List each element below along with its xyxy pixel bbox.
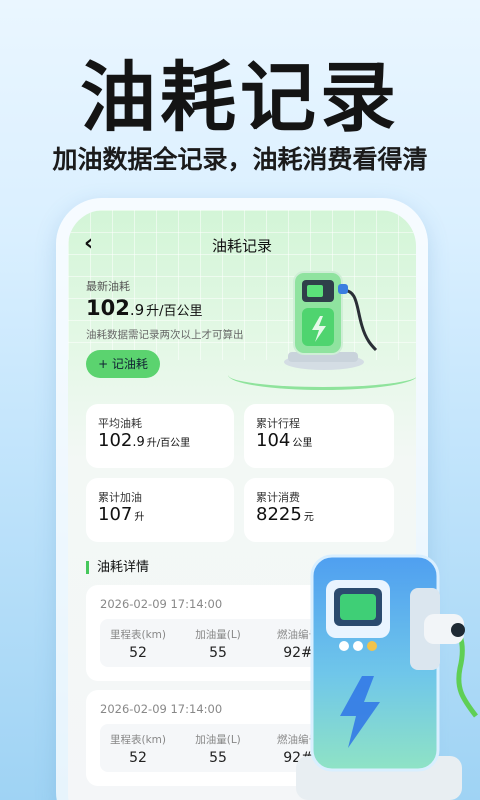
stat-average-value: 102.9 升/百公里 <box>98 430 190 451</box>
page-title: 油耗记录 <box>211 237 272 255</box>
stat-spend-unit: 元 <box>303 512 314 523</box>
odometer-header: 里程表(km) <box>109 629 166 641</box>
fuel-amount-value: 55 <box>209 750 227 766</box>
promo-subtitle: 加油数据全记录，油耗消费看得清 <box>52 145 428 174</box>
latest-consumption-note: 油耗数据需记录两次以上才可算出 <box>86 329 244 341</box>
stat-average-label: 平均油耗 <box>98 417 142 430</box>
fuel-amount-header: 加油量(L) <box>195 629 241 641</box>
stat-card-average: 平均油耗 102.9 升/百公里 <box>86 404 234 468</box>
fuel-pump-icon <box>284 271 378 370</box>
latest-value-int: 102 <box>86 296 130 320</box>
record-date: 2026-02-09 17:14:00 <box>100 597 223 611</box>
odometer-value: 52 <box>129 645 147 661</box>
stat-spend-label: 累计消费 <box>256 491 300 504</box>
stat-average-int: 102 <box>98 430 133 451</box>
record-date: 2026-02-09 17:14:00 <box>100 702 223 716</box>
stat-spend-number: 8225 <box>256 504 302 525</box>
latest-value-unit: 升/百公里 <box>146 304 203 319</box>
stat-card-fuel: 累计加油 107 升 <box>86 478 234 542</box>
stat-card-mileage: 累计行程 104 公里 <box>244 404 394 468</box>
fuel-amount-value: 55 <box>209 645 227 661</box>
add-fuel-record-button[interactable]: + 记油耗 <box>86 350 160 378</box>
stat-card-spend: 累计消费 8225 元 <box>244 478 394 542</box>
stat-average-unit: 升/百公里 <box>146 438 191 449</box>
stat-fuel-label: 累计加油 <box>98 491 142 504</box>
latest-consumption-label: 最新油耗 <box>86 280 130 293</box>
stat-fuel-number: 107 <box>98 504 133 525</box>
stat-mileage-unit: 公里 <box>292 438 313 449</box>
stat-mileage-value: 104 公里 <box>256 430 312 451</box>
lightning-bolt-icon <box>296 554 478 800</box>
fuel-amount-header: 加油量(L) <box>195 734 241 746</box>
stat-fuel-unit: 升 <box>134 512 145 523</box>
stat-fuel-value: 107 升 <box>98 504 144 525</box>
odometer-value: 52 <box>129 750 147 766</box>
latest-value-dec: .9 <box>129 301 145 319</box>
stat-average-dec: .9 <box>132 435 145 450</box>
promo-title: 油耗记录 <box>80 53 400 142</box>
stat-mileage-number: 104 <box>256 430 291 451</box>
stat-spend-value: 8225 元 <box>256 504 314 525</box>
section-title-details: 油耗详情 <box>86 561 149 574</box>
latest-consumption-value: 102.9 升/百公里 <box>86 296 203 320</box>
odometer-header: 里程表(km) <box>109 734 166 746</box>
stat-mileage-label: 累计行程 <box>256 417 300 430</box>
